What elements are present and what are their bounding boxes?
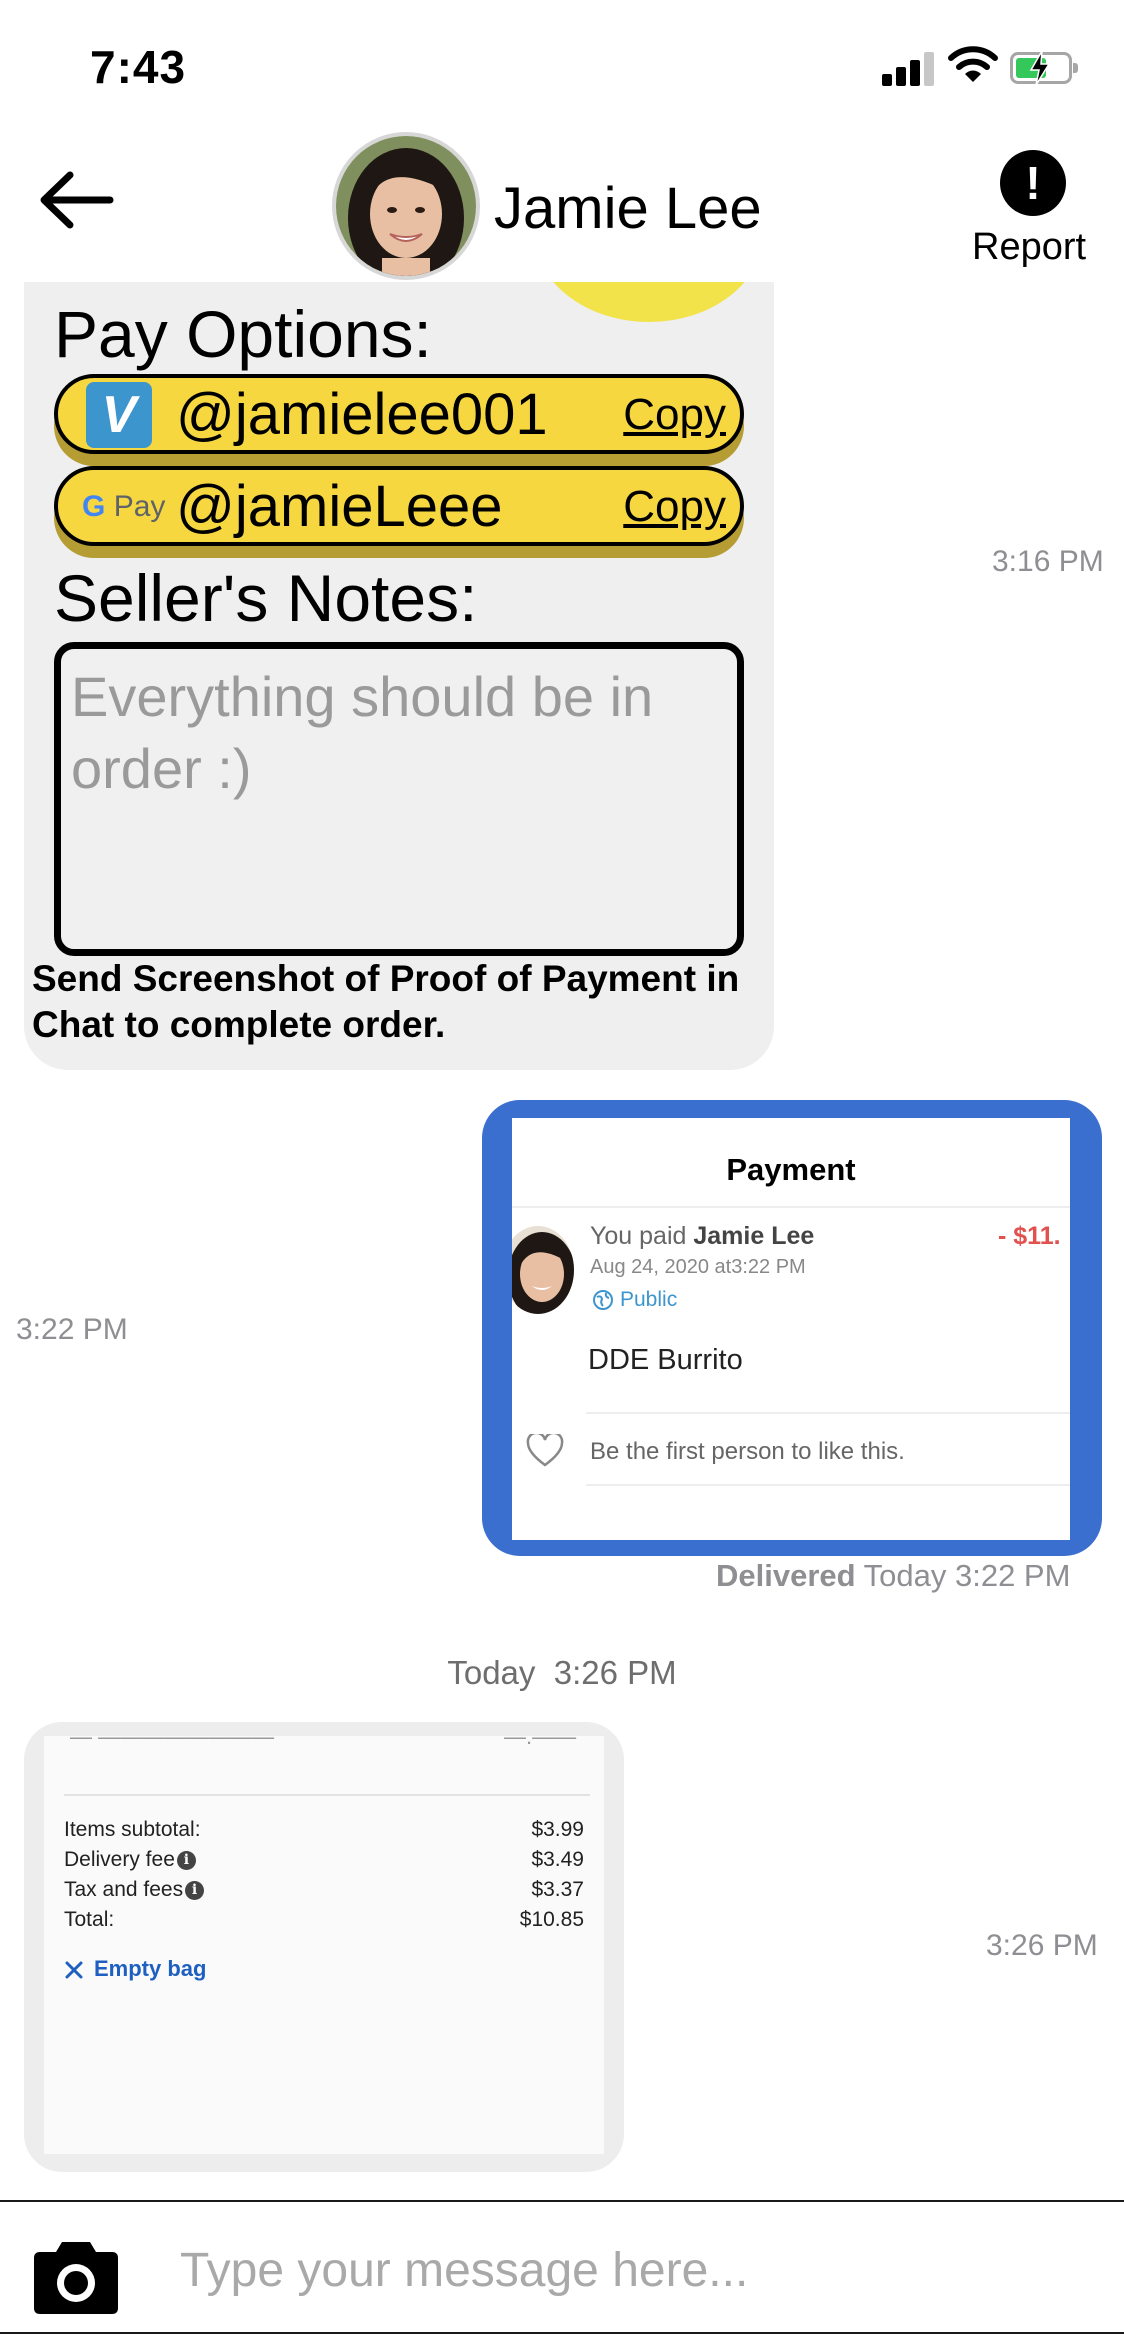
heart-icon bbox=[526, 1431, 564, 1473]
contact-avatar[interactable] bbox=[332, 132, 480, 280]
message-timestamp: 3:16 PM bbox=[992, 545, 1104, 578]
pay-options-title: Pay Options: bbox=[54, 297, 432, 371]
close-icon bbox=[65, 1961, 83, 1979]
delivery-status: Delivered Today 3:22 PM bbox=[716, 1558, 1071, 1593]
message-timestamp: 3:26 PM bbox=[986, 1929, 1098, 1962]
payment-instruction: Send Screenshot of Proof of Payment in C… bbox=[32, 958, 740, 1045]
like-prompt: Be the first person to like this. bbox=[590, 1438, 905, 1465]
cropped-text: — ———————— bbox=[70, 1736, 275, 1749]
cellular-signal-icon bbox=[882, 50, 936, 86]
report-icon[interactable]: ! bbox=[1000, 150, 1066, 216]
empty-bag-link: Empty bag bbox=[64, 1956, 206, 1982]
payment-title: Payment bbox=[726, 1152, 856, 1187]
composer-divider bbox=[0, 2332, 1124, 2334]
divider bbox=[512, 1206, 1070, 1208]
items-subtotal-label: Items subtotal: bbox=[64, 1818, 201, 1841]
google-pay-handle: @jamieLeee bbox=[176, 474, 503, 539]
tax-and-fees-label: Tax and fees i bbox=[64, 1878, 205, 1902]
contact-name: Jamie Lee bbox=[494, 176, 762, 241]
cropped-text: —.—— bbox=[504, 1736, 577, 1749]
globe-icon bbox=[593, 1290, 613, 1311]
day-separator: Today 3:26 PM bbox=[447, 1654, 677, 1691]
payment-description: You paid Jamie Lee bbox=[590, 1222, 815, 1250]
total-value: $10.85 bbox=[519, 1908, 584, 1931]
google-pay-option: G Pay @jamieLeee Copy bbox=[54, 466, 744, 546]
camera-icon[interactable] bbox=[28, 2240, 124, 2321]
copy-venmo-button[interactable]: Copy bbox=[623, 390, 726, 440]
venmo-handle: @jamielee001 bbox=[176, 382, 548, 447]
payee-avatar bbox=[512, 1226, 574, 1314]
receipt-screenshot-message[interactable]: — ———————— —.—— Items subtotal: $3.99 De… bbox=[24, 1722, 624, 2172]
payment-item: DDE Burrito bbox=[588, 1344, 743, 1376]
divider bbox=[64, 1794, 590, 1796]
visibility-label: Public bbox=[592, 1288, 677, 1312]
battery-icon bbox=[1010, 51, 1078, 85]
back-arrow-icon[interactable] bbox=[36, 170, 114, 235]
delivery-fee-label: Delivery fee i bbox=[64, 1848, 196, 1872]
report-button[interactable]: Report bbox=[972, 226, 1086, 269]
decorative-shape bbox=[534, 282, 764, 322]
payment-date: Aug 24, 2020 at3:22 PM bbox=[590, 1256, 806, 1278]
wifi-icon bbox=[948, 46, 998, 89]
total-label: Total: bbox=[64, 1908, 115, 1931]
delivery-fee-value: $3.49 bbox=[531, 1848, 584, 1871]
tax-and-fees-value: $3.37 bbox=[531, 1878, 584, 1901]
copy-google-pay-button[interactable]: Copy bbox=[623, 482, 726, 532]
payment-screenshot-message[interactable]: Payment You paid Jamie Lee - $11. Aug 24… bbox=[482, 1100, 1102, 1556]
payment-amount: - $11. bbox=[998, 1222, 1061, 1250]
message-timestamp: 3:22 PM bbox=[16, 1313, 128, 1346]
status-time: 7:43 bbox=[90, 41, 187, 93]
venmo-icon: V bbox=[86, 382, 152, 448]
receipt-screenshot: — ———————— —.—— Items subtotal: $3.99 De… bbox=[44, 1736, 604, 2154]
sellers-notes-text: Everything should be in order :) bbox=[54, 642, 744, 956]
composer-divider bbox=[0, 2200, 1124, 2202]
payment-screenshot: Payment You paid Jamie Lee - $11. Aug 24… bbox=[512, 1118, 1070, 1540]
info-icon: i bbox=[176, 1850, 196, 1870]
pay-options-message: Pay Options: V @jamielee001 Copy G Pay @… bbox=[24, 282, 774, 1070]
venmo-pay-option: V @jamielee001 Copy bbox=[54, 374, 744, 454]
message-input[interactable] bbox=[180, 2222, 1080, 2318]
items-subtotal-value: $3.99 bbox=[531, 1818, 584, 1841]
info-icon: i bbox=[185, 1880, 205, 1900]
sellers-notes-title: Seller's Notes: bbox=[54, 561, 478, 635]
divider bbox=[586, 1484, 1070, 1486]
divider bbox=[586, 1412, 1070, 1414]
google-pay-icon: G Pay bbox=[82, 490, 166, 523]
